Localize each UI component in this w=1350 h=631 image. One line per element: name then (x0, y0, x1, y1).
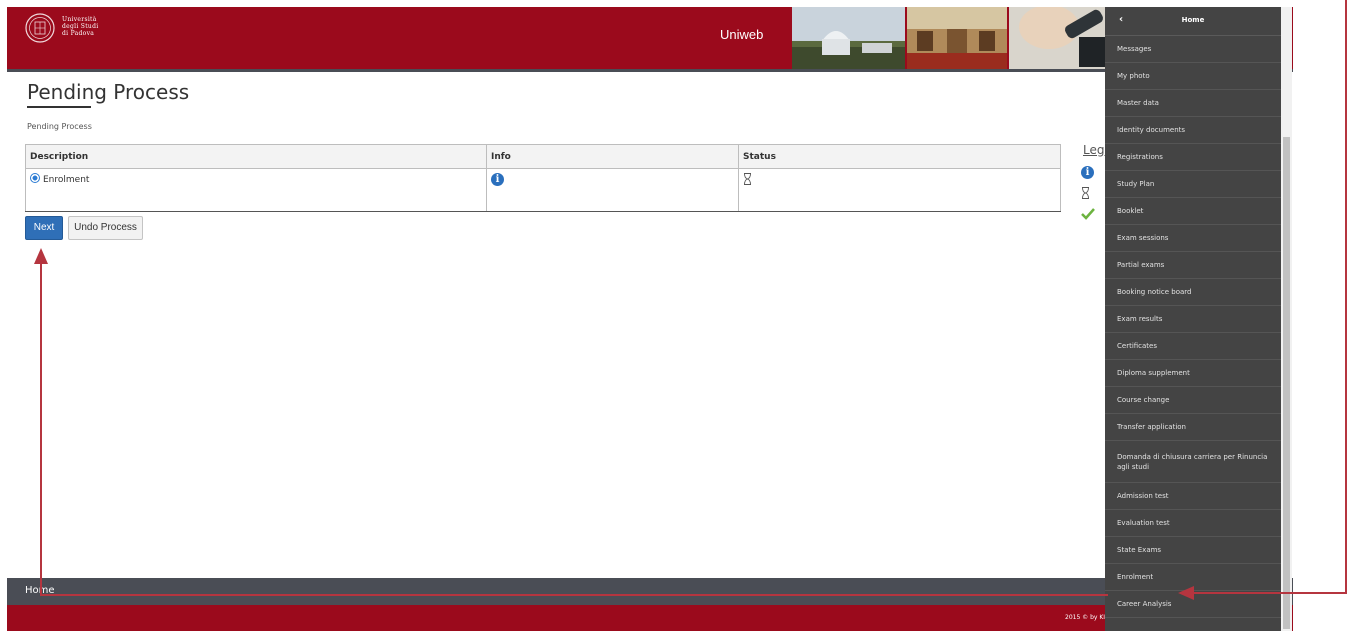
header-divider (7, 69, 1293, 72)
sidebar-item-evaluation-test[interactable]: Evaluation test (1105, 510, 1281, 537)
breadcrumb: Pending Process (27, 122, 92, 131)
info-icon: i (1081, 166, 1094, 179)
fresco-hall-photo (907, 7, 1007, 69)
side-menu: ‹ Home Messages My photo Master data Ide… (1105, 7, 1281, 631)
check-icon (1081, 208, 1095, 220)
side-menu-header: ‹ Home (1105, 7, 1281, 36)
footer-home-link[interactable]: Home (25, 585, 55, 596)
sidebar-item-course-change[interactable]: Course change (1105, 387, 1281, 414)
table-header-row: Description Info Status (25, 144, 1061, 169)
next-button[interactable]: Next (25, 216, 63, 240)
info-cell: i (486, 168, 739, 212)
side-menu-scrollbar[interactable] (1281, 7, 1292, 631)
pending-process-table: Description Info Status Enrolment i (25, 144, 1061, 212)
hourglass-icon (1082, 187, 1089, 199)
sidebar-item-state-exams[interactable]: State Exams (1105, 537, 1281, 564)
sidebar-item-booklet[interactable]: Booklet (1105, 198, 1281, 225)
microscope-photo (1009, 7, 1119, 69)
column-header-status: Status (738, 144, 1061, 169)
sidebar-item-registrations[interactable]: Registrations (1105, 144, 1281, 171)
sidebar-item-booking-notice-board[interactable]: Booking notice board (1105, 279, 1281, 306)
app-name: Uniweb (720, 27, 764, 42)
sidebar-item-study-plan[interactable]: Study Plan (1105, 171, 1281, 198)
university-seal-logo[interactable] (25, 13, 55, 43)
sidebar-item-partial-exams[interactable]: Partial exams (1105, 252, 1281, 279)
sidebar-item-exam-sessions[interactable]: Exam sessions (1105, 225, 1281, 252)
copyright-text: 2015 © by KI (1065, 614, 1106, 621)
university-name-line-1: Università (62, 16, 97, 23)
university-name-line-2: degli Studi (62, 23, 99, 30)
sidebar-item-diploma-supplement[interactable]: Diploma supplement (1105, 360, 1281, 387)
observatory-photo (792, 7, 905, 69)
sidebar-item-certificates[interactable]: Certificates (1105, 333, 1281, 360)
university-name: Università degli Studi di Padova (62, 16, 98, 37)
scrollbar-thumb[interactable] (1283, 137, 1290, 629)
sidebar-item-career-closure-request[interactable]: Domanda di chiusura carriera per Rinunci… (1105, 441, 1281, 483)
sidebar-item-identity-documents[interactable]: Identity documents (1105, 117, 1281, 144)
sidebar-item-transfer-application[interactable]: Transfer application (1105, 414, 1281, 441)
sidebar-item-messages[interactable]: Messages (1105, 36, 1281, 63)
process-description: Enrolment (43, 175, 90, 185)
side-menu-title[interactable]: Home (1105, 16, 1281, 24)
column-header-description: Description (25, 144, 487, 169)
sidebar-item-career-analysis[interactable]: Career Analysis (1105, 591, 1281, 618)
legend-title: Leg (1083, 143, 1105, 157)
page: Università degli Studi di Padova Uniweb (7, 7, 1293, 631)
sidebar-item-enrolment[interactable]: Enrolment (1105, 564, 1281, 591)
sidebar-item-my-photo[interactable]: My photo (1105, 63, 1281, 90)
info-icon[interactable]: i (491, 173, 504, 186)
hourglass-icon (744, 173, 751, 185)
undo-process-button[interactable]: Undo Process (68, 216, 143, 240)
status-cell (738, 168, 1061, 212)
sidebar-item-admission-test[interactable]: Admission test (1105, 483, 1281, 510)
table-row[interactable]: Enrolment i (25, 168, 1061, 212)
sidebar-item-master-data[interactable]: Master data (1105, 90, 1281, 117)
process-radio-button[interactable] (30, 173, 40, 183)
description-cell[interactable]: Enrolment (25, 168, 487, 212)
footer-copyright-bar: 2015 © by KI (7, 605, 1293, 631)
footer-navbar: Home (7, 578, 1293, 605)
column-header-info: Info (486, 144, 739, 169)
title-underline (27, 106, 91, 108)
page-title: Pending Process (27, 80, 190, 104)
university-name-line-3: di Padova (62, 30, 95, 37)
sidebar-item-exam-results[interactable]: Exam results (1105, 306, 1281, 333)
header: Università degli Studi di Padova Uniweb (7, 7, 1293, 69)
